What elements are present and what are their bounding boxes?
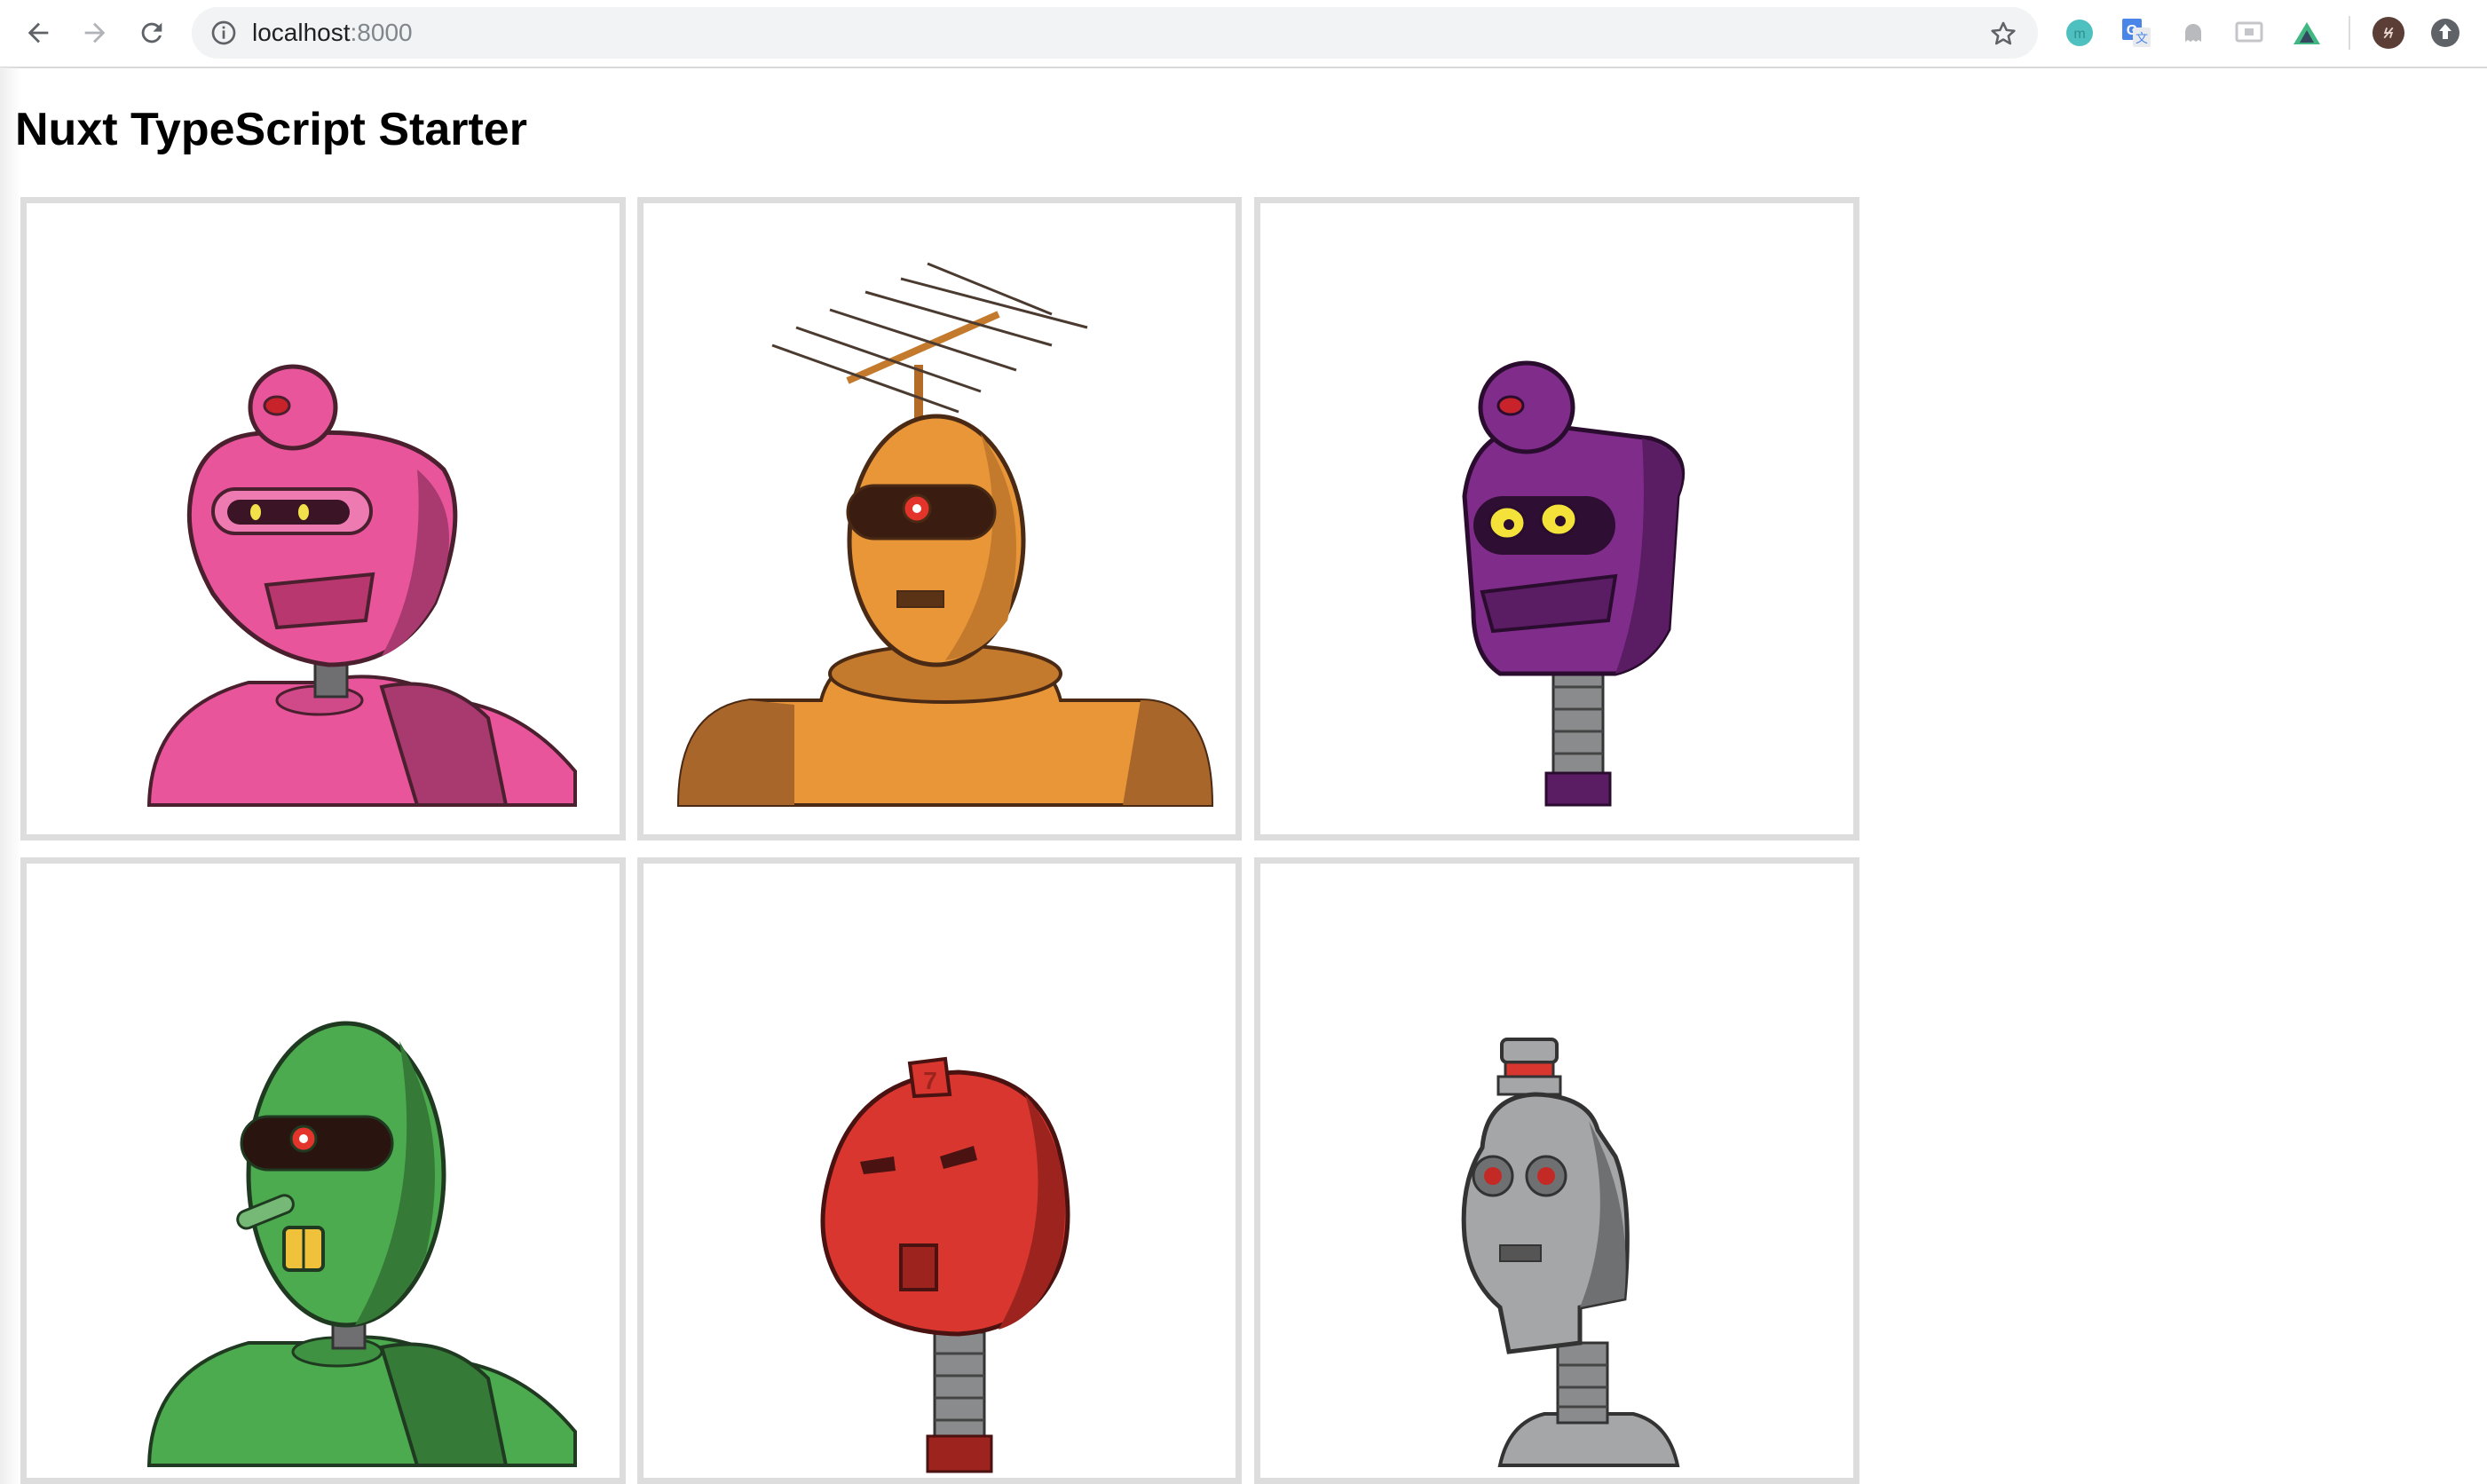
toolbar-separator xyxy=(2349,16,2350,50)
back-button[interactable] xyxy=(16,11,60,55)
window-edge-shadow xyxy=(0,67,21,1484)
red-robot-image: 7 xyxy=(820,1056,1070,1473)
gray-robot-image xyxy=(1461,1038,1680,1467)
svg-text:7: 7 xyxy=(923,1067,937,1094)
url-port: :8000 xyxy=(350,19,413,46)
reload-icon xyxy=(141,22,162,43)
robot-card-pink[interactable] xyxy=(20,197,626,841)
robot-card-red[interactable]: 7 xyxy=(637,857,1242,1484)
ghost-extension-icon[interactable] xyxy=(2176,16,2210,50)
svg-text:文: 文 xyxy=(2136,31,2148,45)
url-host: localhost xyxy=(252,19,351,46)
robot-card-green[interactable] xyxy=(20,857,626,1484)
green-robot-image xyxy=(146,1021,577,1467)
vue-devtools-icon[interactable] xyxy=(2290,16,2324,50)
info-icon[interactable] xyxy=(209,19,238,47)
browser-toolbar: localhost:8000 m G文 xyxy=(0,0,2487,68)
pink-robot-image xyxy=(146,364,577,807)
url-text[interactable]: localhost:8000 xyxy=(252,19,413,47)
robot-card-gray[interactable] xyxy=(1254,857,1859,1484)
purple-robot-image xyxy=(1462,360,1686,807)
forward-arrow-icon xyxy=(84,22,106,43)
bookmark-star-icon[interactable] xyxy=(1988,19,2018,49)
reload-button[interactable] xyxy=(130,11,174,55)
m-extension-icon[interactable]: m xyxy=(2063,16,2096,50)
cast-extension-icon[interactable] xyxy=(2233,16,2267,50)
update-icon[interactable] xyxy=(2428,16,2462,50)
google-translate-icon[interactable]: G文 xyxy=(2120,16,2153,50)
orange-robot-image xyxy=(676,262,1214,807)
address-bar[interactable]: localhost:8000 xyxy=(192,7,2038,59)
robot-card-purple[interactable] xyxy=(1254,197,1859,841)
svg-text:m: m xyxy=(2073,27,2085,42)
profile-avatar[interactable] xyxy=(2372,16,2405,50)
robot-card-orange[interactable] xyxy=(637,197,1242,841)
back-arrow-icon xyxy=(28,22,49,43)
forward-button[interactable] xyxy=(73,11,117,55)
page-title: Nuxt TypeScript Starter xyxy=(15,104,527,155)
